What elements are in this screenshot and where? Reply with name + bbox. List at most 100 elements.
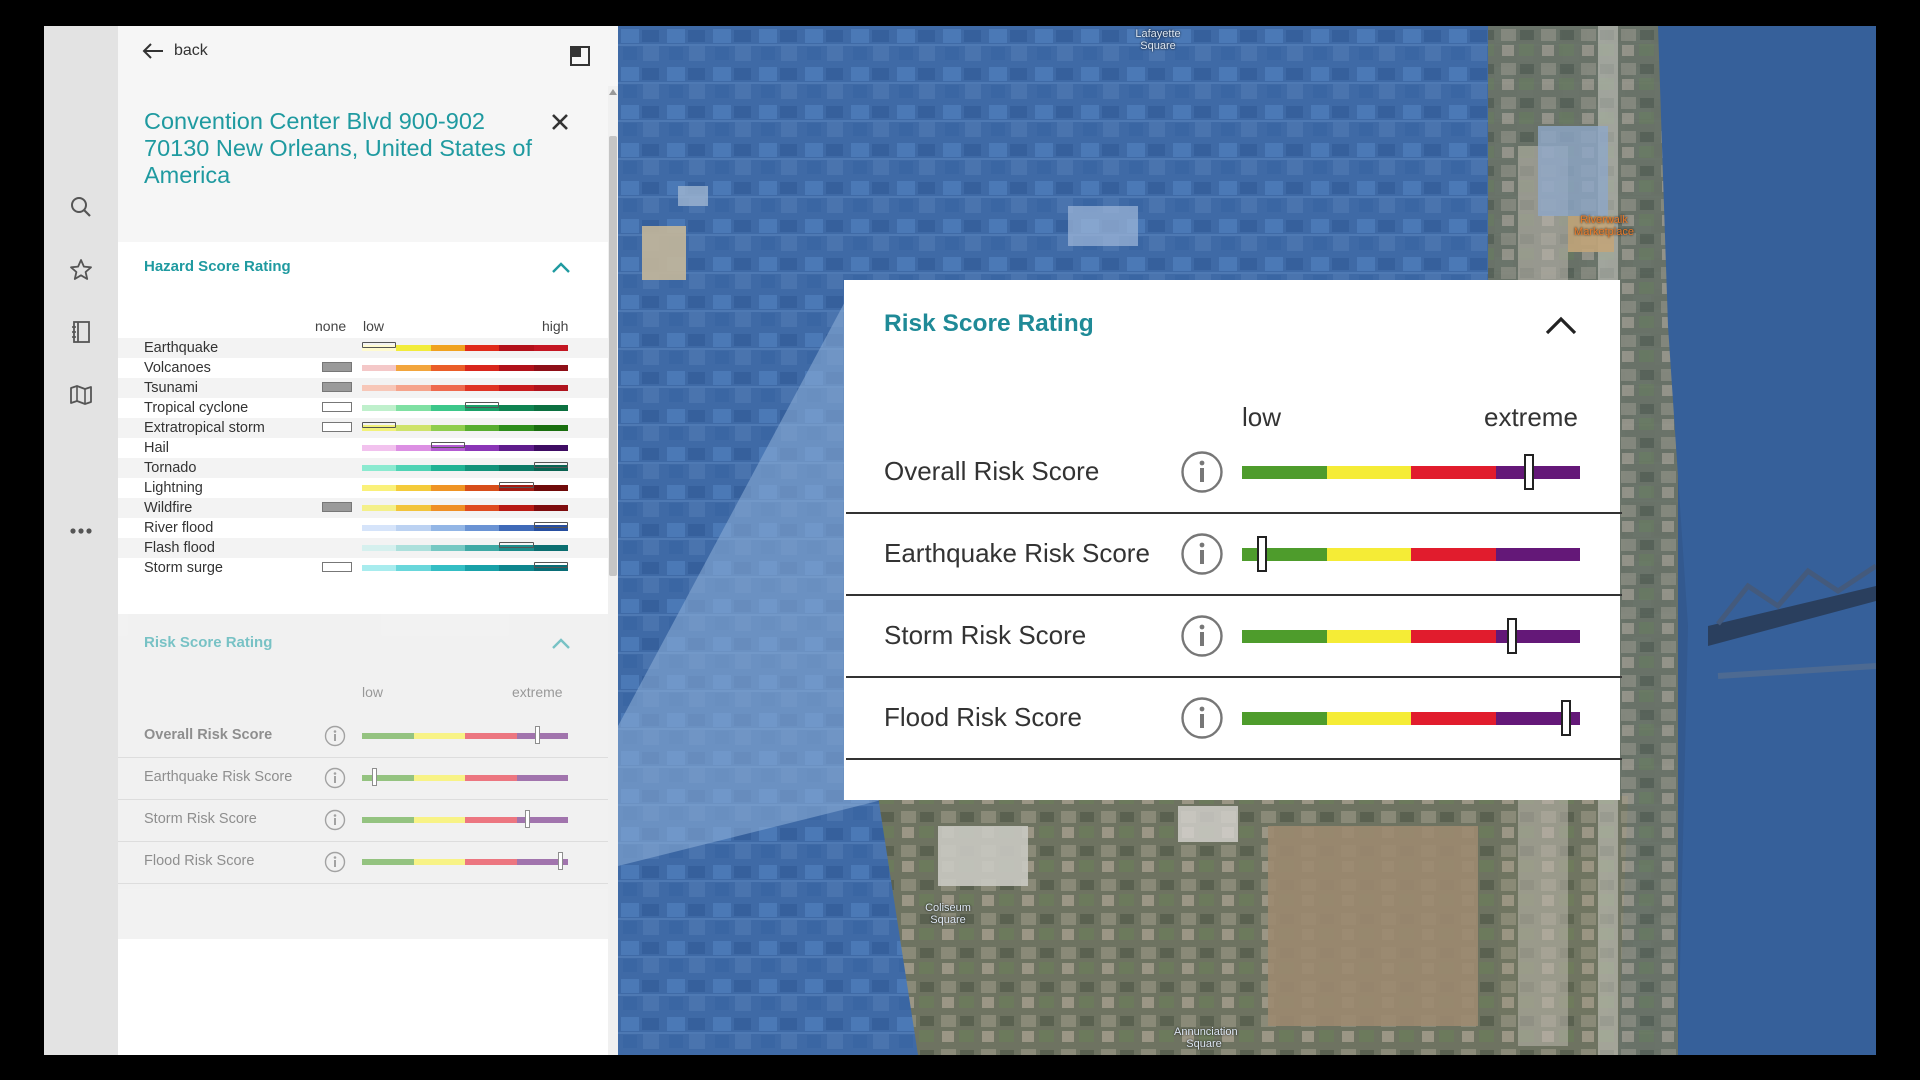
info-icon[interactable] [324, 851, 346, 873]
hazard-scale-segment [396, 505, 431, 511]
risk-level-marker [1507, 618, 1518, 654]
risk-scale-segment [413, 733, 465, 739]
hazard-scale-segment [464, 565, 500, 571]
hazard-scale-segment [464, 465, 500, 471]
hazard-level-marker [533, 522, 568, 528]
hazard-scale-segment [499, 425, 534, 431]
risk-scale-segment [516, 733, 568, 739]
hazard-scale-segment [396, 405, 431, 411]
risk-scale-segment [1242, 466, 1327, 479]
panel-toggle-icon[interactable] [570, 46, 590, 66]
hazard-name: Wildfire [144, 500, 193, 516]
hazard-scale-segment [396, 525, 431, 531]
risk-name: Earthquake Risk Score [884, 538, 1150, 568]
address-block: Convention Center Blvd 900-902 70130 New… [118, 86, 618, 242]
risk-scale-segment [516, 775, 568, 781]
risk-level-marker [1524, 454, 1535, 490]
hazard-scale-segment [499, 505, 534, 511]
hazard-row: Wildfire [118, 498, 608, 518]
info-icon[interactable] [1180, 696, 1224, 740]
book-icon[interactable] [62, 313, 100, 351]
close-icon[interactable] [548, 110, 572, 134]
hazard-scale-segment [533, 365, 568, 371]
info-icon[interactable] [324, 809, 346, 831]
risk-level-marker [1561, 700, 1572, 736]
search-icon[interactable] [62, 188, 100, 226]
hazard-scale-segment [430, 565, 465, 571]
info-icon[interactable] [1180, 532, 1224, 576]
hazard-scale-segment [533, 545, 568, 551]
hazard-name: River flood [144, 520, 214, 536]
hazard-scale-segment [362, 485, 397, 491]
chevron-up-icon[interactable] [550, 636, 572, 650]
hazard-name: Tsunami [144, 380, 198, 396]
popup-title: Risk Score Rating [884, 310, 1094, 337]
scale-low-label: low [363, 318, 385, 334]
hazard-scale-segment [430, 425, 465, 431]
arrow-left-icon [142, 43, 163, 59]
hazard-scale-segment [362, 365, 397, 371]
risk-scale-segment [1495, 466, 1580, 479]
risk-scale-segment [465, 733, 517, 739]
star-icon[interactable] [62, 251, 100, 289]
hazard-scale-segment [499, 445, 534, 451]
hazard-scale-segment [499, 405, 534, 411]
hazard-scale-segment [464, 385, 500, 391]
chevron-up-icon[interactable] [550, 260, 572, 274]
scroll-up-icon[interactable] [609, 88, 617, 96]
info-icon[interactable] [1180, 614, 1224, 658]
hazard-scale-bar [362, 342, 568, 351]
hazard-row: Flash flood [118, 538, 608, 558]
risk-scale-segment [362, 859, 414, 865]
hazard-level-marker [465, 402, 500, 408]
panel-scrollbar[interactable] [608, 86, 618, 1055]
hazard-scale-segment [362, 465, 397, 471]
hazard-scale-segment [396, 425, 431, 431]
more-icon[interactable] [62, 512, 100, 550]
risk-scale-segment [1242, 548, 1327, 561]
hazard-scale-segment [396, 545, 431, 551]
risk-scale-segment [1495, 548, 1580, 561]
hazard-scale-segment [499, 525, 534, 531]
hazard-level-marker [533, 562, 568, 568]
popup-scale-high: extreme [1484, 402, 1578, 432]
hazard-scale-segment [464, 525, 500, 531]
hazard-scale-segment [430, 485, 465, 491]
info-icon[interactable] [324, 725, 346, 747]
hazard-level-marker [499, 482, 534, 488]
hazard-scale-bar [362, 385, 568, 391]
hazard-scale-segment [362, 505, 397, 511]
hazard-name: Storm surge [144, 560, 223, 576]
hazard-level-marker [362, 422, 397, 428]
risk-scale-bar [362, 852, 568, 870]
risk-section-collapsed: Risk Score Rating low extreme Overall Ri… [118, 614, 608, 939]
scroll-thumb[interactable] [609, 136, 617, 576]
hazard-scale-segment [499, 565, 534, 571]
risk-scale-segment [1411, 712, 1496, 725]
risk-scale-segment [1242, 712, 1327, 725]
map-place-label: Coliseum Square [925, 902, 971, 926]
risk-row: Overall Risk Score [846, 430, 1622, 514]
chevron-up-icon[interactable] [1544, 314, 1578, 336]
risk-scale-segment [465, 775, 517, 781]
hazard-scale-segment [430, 525, 465, 531]
back-button[interactable]: back [142, 42, 208, 60]
risk-level-marker [1257, 536, 1268, 572]
hazard-none-box [322, 382, 352, 392]
risk-score-popup: Risk Score Rating low extreme Overall Ri… [844, 280, 1622, 800]
info-icon[interactable] [324, 767, 346, 789]
hazard-scale-bar [362, 542, 568, 551]
hazard-none-box [322, 402, 352, 412]
hazard-scale-bar [362, 442, 568, 451]
hazard-scale-segment [464, 505, 500, 511]
hazard-scale-segment [533, 405, 568, 411]
app-window: back Convention Center Blvd 900-902 7013… [44, 26, 1876, 1055]
hazard-scale-bar [362, 365, 568, 371]
hazard-scale-segment [362, 545, 397, 551]
risk-scale-segment [413, 817, 465, 823]
info-icon[interactable] [1180, 450, 1224, 494]
hazard-list: Earthquake Volcanoes Tsunami Tropical cyclo… [118, 338, 608, 578]
map-icon[interactable] [62, 376, 100, 414]
risk-level-marker [557, 852, 563, 870]
hazard-level-marker [362, 342, 397, 348]
